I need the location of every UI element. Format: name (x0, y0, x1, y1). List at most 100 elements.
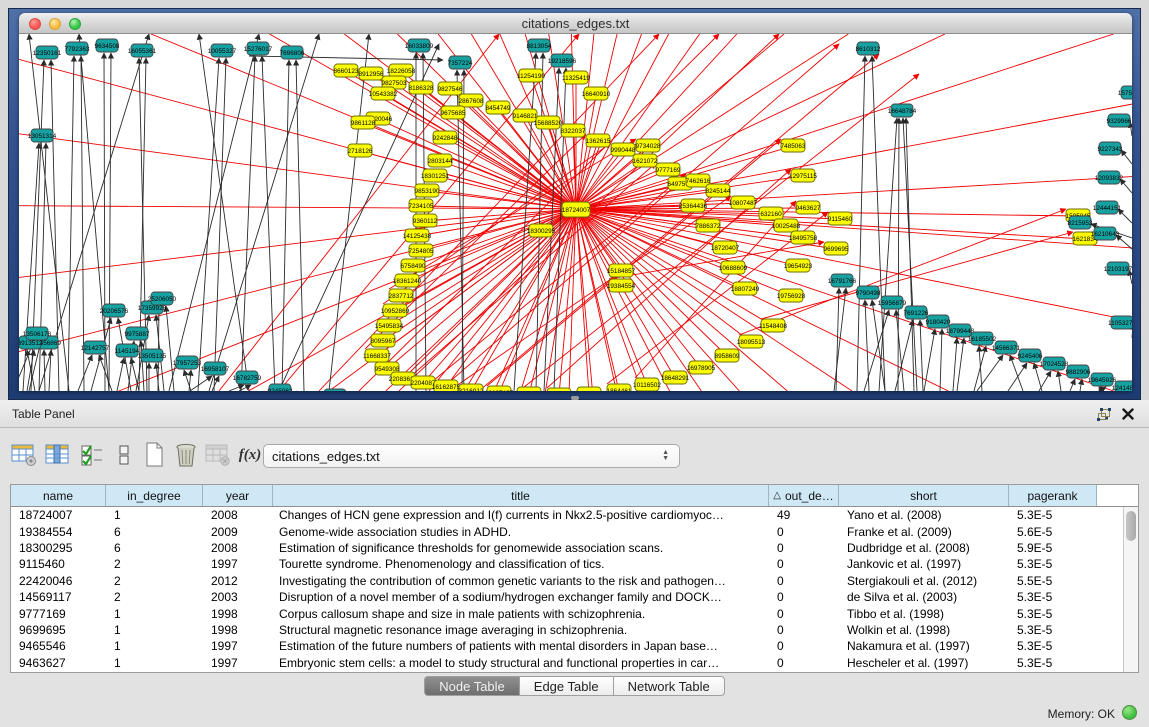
cell: Estimation of significance thresholds fo… (273, 541, 769, 555)
table-row[interactable]: 1456911722003Disruption of a novel membe… (11, 589, 1138, 605)
svg-text:16033809: 16033809 (405, 43, 434, 50)
cell: Franke et al. (2009) (839, 525, 1009, 539)
svg-text:15688520: 15688520 (534, 120, 563, 127)
svg-text:18300295: 18300295 (527, 228, 556, 235)
table-panel-header: Table Panel (0, 400, 1149, 428)
svg-text:9990448: 9990448 (611, 147, 636, 154)
cell: 1998 (203, 607, 273, 621)
svg-text:1864461: 1864461 (607, 388, 632, 391)
svg-text:9734028: 9734028 (636, 143, 661, 150)
table-row[interactable]: 946362711997Embryonic stem cells: a mode… (11, 655, 1138, 671)
cell: 18300295 (11, 541, 106, 555)
svg-text:19756928: 19756928 (777, 293, 806, 300)
column-select-icon[interactable] (44, 441, 72, 469)
table-row[interactable]: 911546021997Tourette syndrome. Phenomeno… (11, 556, 1138, 572)
function-icon[interactable]: f(x) (236, 441, 264, 469)
svg-text:11053271: 11053271 (1108, 320, 1132, 327)
svg-text:12103197: 12103197 (1104, 266, 1132, 273)
cell: 18724007 (11, 508, 106, 522)
network-table-select[interactable]: citations_edges.txt ▲▼ (263, 444, 680, 468)
cell: 2008 (203, 541, 273, 555)
column-header-short[interactable]: short (839, 485, 1009, 506)
rows-icon[interactable] (110, 441, 138, 469)
tab-edge-table[interactable]: Edge Table (520, 676, 614, 696)
svg-text:7696806: 7696806 (280, 50, 305, 57)
cell: Investigating the contribution of common… (273, 574, 769, 588)
svg-text:13505135: 13505135 (138, 353, 167, 360)
svg-text:1145194: 1145194 (115, 348, 140, 355)
panel-title: Table Panel (12, 407, 75, 421)
cell: 14569117 (11, 590, 106, 604)
svg-text:8813054: 8813054 (527, 43, 552, 50)
column-header-in_degree[interactable]: in_degree (106, 485, 203, 506)
svg-text:11254190: 11254190 (517, 73, 545, 80)
tab-network-table[interactable]: Network Table (614, 676, 725, 696)
svg-text:9329966: 9329966 (1107, 118, 1132, 125)
svg-text:7357224: 7357224 (448, 60, 473, 67)
table-row[interactable]: 1938455462009Genome-wide association stu… (11, 523, 1138, 539)
svg-text:18301251: 18301251 (421, 173, 450, 180)
table-row[interactable]: 2242004622012Investigating the contribut… (11, 573, 1138, 589)
cell: 5.3E-5 (1009, 607, 1097, 621)
svg-text:10952869: 10952869 (381, 308, 410, 315)
svg-text:7886372: 7886372 (696, 223, 721, 230)
table-row[interactable]: 946554611997Estimation of the future num… (11, 638, 1138, 654)
close-panel-icon[interactable] (1119, 406, 1137, 422)
svg-text:18648291: 18648291 (661, 375, 690, 382)
cell: Corpus callosum shape and size in male p… (273, 607, 769, 621)
svg-text:9699695: 9699695 (824, 246, 849, 253)
column-header-year[interactable]: year (203, 485, 273, 506)
cell: 2009 (203, 525, 273, 539)
delete-table-disabled-icon (204, 441, 232, 469)
svg-text:9242848: 9242848 (433, 135, 458, 142)
svg-text:9675685: 9675685 (441, 110, 466, 117)
svg-text:16640910: 16640910 (582, 91, 611, 98)
svg-text:10543382: 10543382 (369, 91, 398, 98)
svg-text:7234105: 7234105 (409, 203, 434, 210)
cell: 1 (106, 639, 203, 653)
trash-icon[interactable] (172, 441, 200, 469)
select-rows-check-icon[interactable] (78, 441, 106, 469)
svg-text:18361240: 18361240 (393, 278, 422, 285)
window-titlebar[interactable]: citations_edges.txt (19, 13, 1132, 34)
table-row[interactable]: 969969511998Structural magnetic resonanc… (11, 622, 1138, 638)
svg-text:16162875: 16162875 (432, 384, 461, 391)
column-header-out_de[interactable]: △out_de… (769, 485, 839, 506)
svg-text:25206050: 25206050 (148, 296, 177, 303)
table-row[interactable]: 1830029562008Estimation of significance … (11, 540, 1138, 556)
vertical-scrollbar[interactable] (1123, 507, 1138, 672)
float-panel-icon[interactable] (1095, 406, 1113, 422)
svg-text:25364436: 25364436 (679, 203, 708, 210)
cell: Changes of HCN gene expression and I(f) … (273, 508, 769, 522)
svg-text:11548408: 11548408 (759, 323, 787, 330)
table-panel: Table Panel (0, 400, 1149, 727)
column-header-title[interactable]: title (273, 485, 769, 506)
new-document-icon[interactable] (140, 441, 168, 469)
svg-text:18724007: 18724007 (562, 207, 591, 214)
panel-resize-handle[interactable] (571, 396, 579, 400)
sort-ascending-icon: △ (773, 490, 781, 501)
svg-text:7792363: 7792363 (65, 46, 90, 53)
network-canvas[interactable]: 8660123891295618226058982750381863289827… (19, 34, 1132, 391)
tab-node-table[interactable]: Node Table (424, 676, 520, 696)
table-settings-icon[interactable] (10, 441, 38, 469)
svg-text:8610312: 8610312 (856, 46, 881, 53)
cell: 9115460 (11, 557, 106, 571)
table-row[interactable]: 1872400712008Changes of HCN gene express… (11, 507, 1138, 523)
table-row[interactable]: 977716911998Corpus callosum shape and si… (11, 605, 1138, 621)
cell: 9463627 (11, 656, 106, 670)
column-header-name[interactable]: name (11, 485, 106, 506)
svg-text:11668337: 11668337 (363, 353, 391, 360)
svg-text:3216012: 3216012 (459, 388, 484, 391)
svg-text:15956879: 15956879 (878, 300, 907, 307)
svg-text:9827546: 9827546 (438, 86, 463, 93)
scrollbar-thumb[interactable] (1126, 511, 1136, 541)
select-stepper-icon: ▲▼ (662, 450, 671, 462)
column-header-pagerank[interactable]: pagerank (1009, 485, 1097, 506)
network-window: citations_edges.txt 86601238912956182260… (19, 13, 1132, 391)
cell: 2 (106, 590, 203, 604)
cell: 5.5E-5 (1009, 574, 1097, 588)
svg-text:632160: 632160 (760, 211, 782, 218)
cell: 5.6E-5 (1009, 525, 1097, 539)
cell: 9777169 (11, 607, 106, 621)
